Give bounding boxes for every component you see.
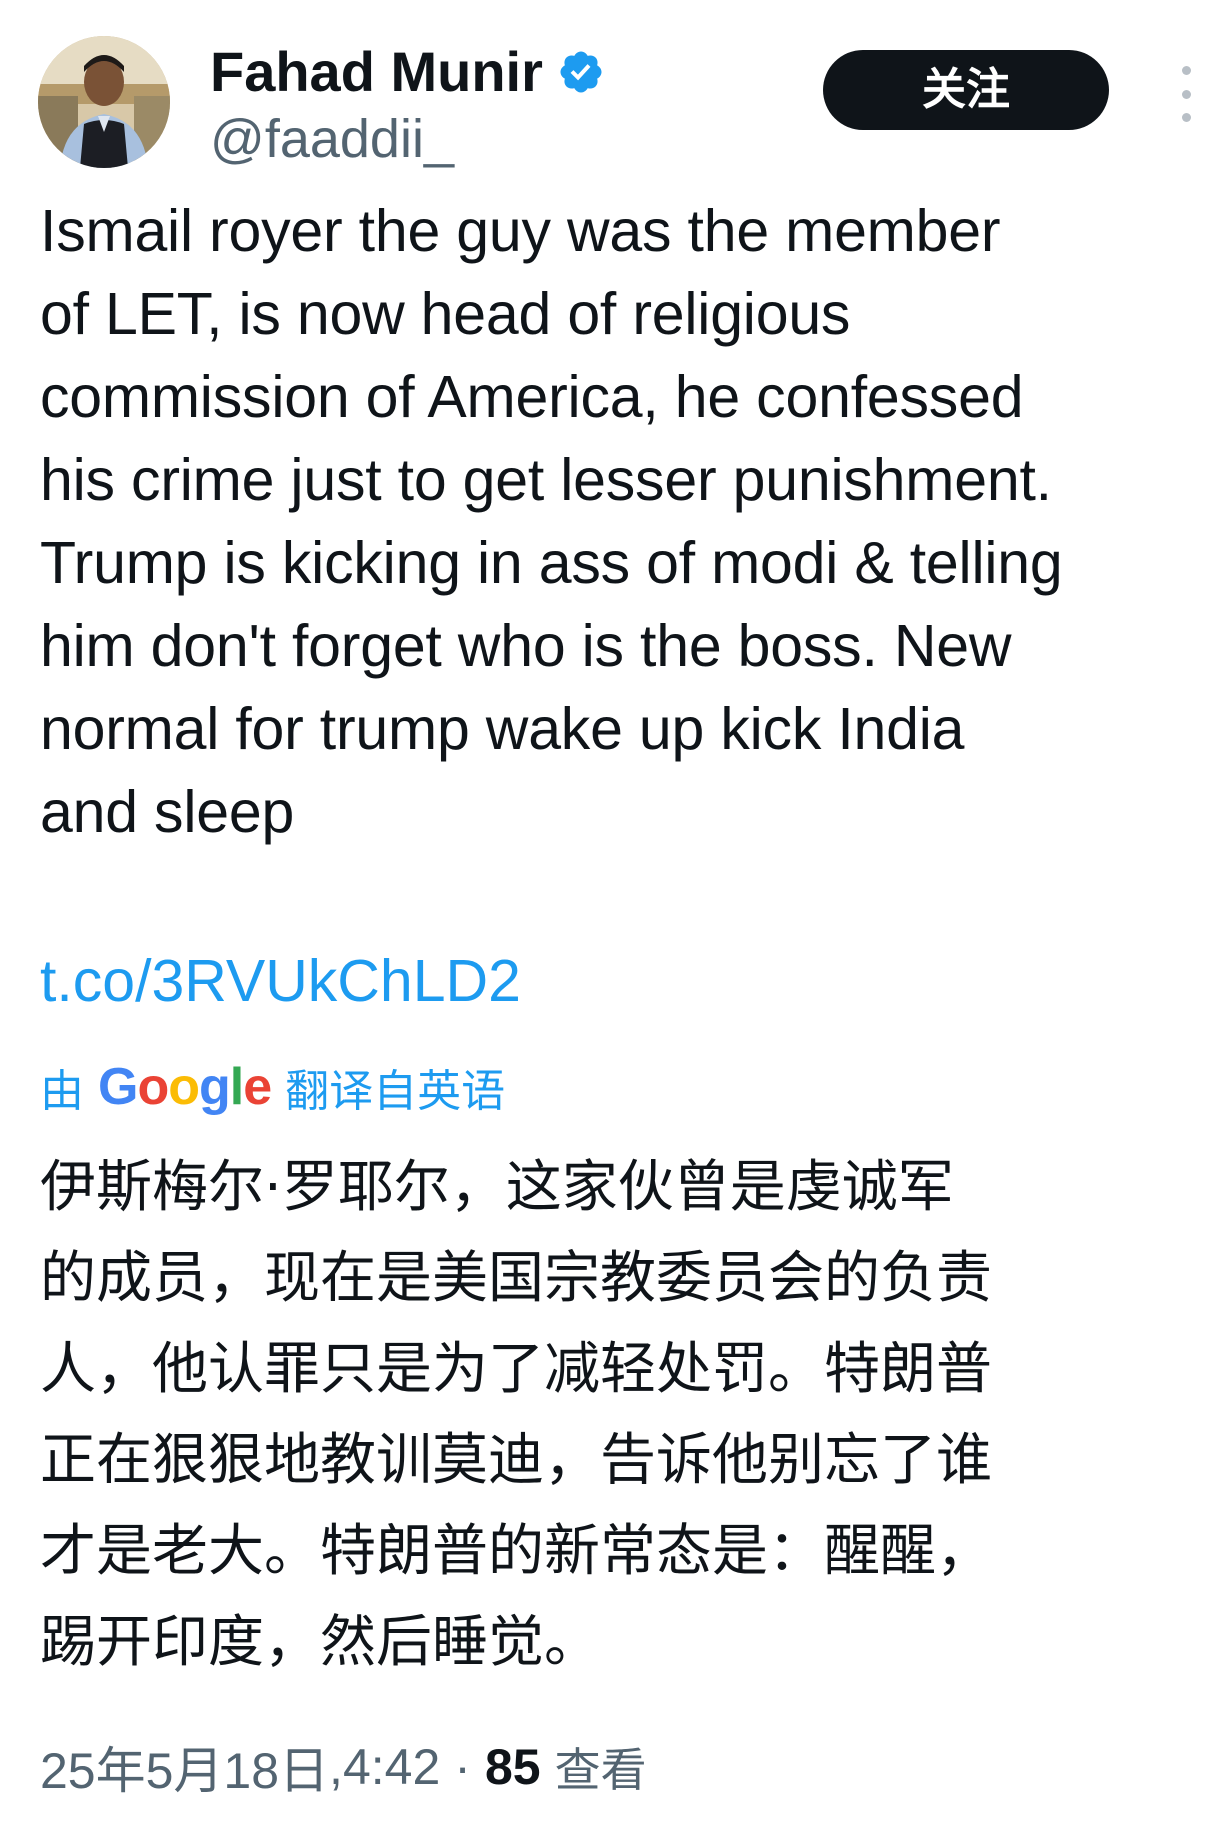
tweet-time[interactable]: 4:42 [343, 1738, 440, 1796]
tweet-link[interactable]: t.co/3RVUkChLD2 [40, 940, 521, 1023]
avatar[interactable] [38, 36, 170, 168]
tweet-text: Ismail royer the guy was the member of L… [40, 198, 1063, 845]
translation-prefix: 由 [40, 1066, 84, 1117]
google-logo: Google [98, 1058, 272, 1116]
views-count: 85 [484, 1739, 541, 1795]
tweet-meta: 25年5月18日, 4:42 · 85 查看 [40, 1732, 647, 1802]
translation-attribution[interactable]: 由 Google 翻译自英语 [40, 1052, 505, 1122]
date-comma: , [329, 1739, 343, 1795]
more-vertical-icon[interactable] [1174, 66, 1198, 122]
follow-button[interactable]: 关注 [823, 50, 1109, 130]
more-dot [1181, 113, 1191, 122]
display-name[interactable]: Fahad Munir [210, 40, 543, 104]
meta-separator: · [454, 1739, 471, 1795]
tweet-header: Fahad Munir @faaddii_ 关注 [38, 36, 1191, 171]
translated-text: 伊斯梅尔·罗耶尔，这家伙曾是虔诚军 的成员，现在是美国宗教委员会的负责 人，他认… [40, 1155, 992, 1675]
name-block: Fahad Munir @faaddii_ [210, 40, 605, 170]
user-handle[interactable]: @faaddii_ [210, 108, 605, 170]
more-dot [1181, 89, 1191, 99]
tweet-card: Fahad Munir @faaddii_ 关注 Ismail royer th… [0, 0, 1224, 1844]
verified-badge-icon[interactable] [557, 48, 605, 96]
views-label: 查看 [554, 1743, 647, 1797]
tweet-date[interactable]: 25年5月18日 [40, 1731, 329, 1803]
avatar-image [38, 36, 170, 168]
name-row: Fahad Munir [210, 40, 605, 104]
more-dot [1181, 66, 1191, 75]
translation-suffix: 翻译自英语 [285, 1066, 506, 1117]
